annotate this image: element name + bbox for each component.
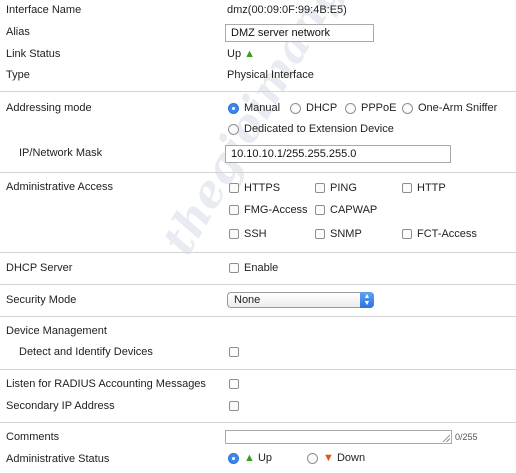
admin-ssh-checkbox[interactable] (229, 229, 239, 239)
status-up-icon: ▲ (244, 452, 255, 464)
separator (0, 422, 516, 423)
admin-status-down-option: ▼ Down (323, 452, 365, 464)
admin-access-label: Administrative Access (6, 181, 113, 193)
secondary-ip-label: Secondary IP Address (6, 400, 115, 412)
dhcp-server-label: DHCP Server (6, 262, 73, 274)
admin-ping-checkbox[interactable] (315, 183, 325, 193)
radius-accounting-label: Listen for RADIUS Accounting Messages (6, 378, 206, 390)
admin-https-checkbox[interactable] (229, 183, 239, 193)
admin-fmg-access-checkbox[interactable] (229, 205, 239, 215)
admin-fmg-access-label: FMG-Access (244, 204, 308, 216)
detect-devices-label: Detect and Identify Devices (19, 346, 153, 358)
type-value: Physical Interface (227, 69, 314, 81)
admin-status-down-label: Down (336, 452, 366, 464)
resize-handle-icon[interactable] (443, 435, 450, 442)
addressing-manual-label: Manual (244, 102, 281, 114)
ip-netmask-label: IP/Network Mask (19, 147, 103, 159)
admin-https-label: HTTPS (244, 182, 281, 194)
status-down-icon: ▼ (323, 452, 334, 464)
status-up-icon: ▲ (244, 48, 256, 60)
separator (0, 91, 516, 92)
select-arrows-icon: ▲ ▼ (360, 292, 374, 308)
admin-status-up-label: Up (257, 452, 273, 464)
admin-ping-label: PING (330, 182, 357, 194)
addressing-extension-device-label: Dedicated to Extension Device (244, 123, 394, 135)
separator (0, 252, 516, 253)
admin-snmp-label: SNMP (330, 228, 362, 240)
security-mode-value: None (234, 294, 261, 306)
addressing-one-arm-sniffer-label: One-Arm Sniffer (418, 102, 498, 114)
comments-label: Comments (6, 431, 60, 443)
separator (0, 172, 516, 173)
addressing-manual-radio[interactable] (228, 103, 239, 114)
admin-fct-access-label: FCT-Access (417, 228, 477, 240)
separator (0, 369, 516, 370)
dhcp-enable-label: Enable (244, 262, 279, 274)
link-status-label: Link Status (6, 48, 61, 60)
addressing-mode-label: Addressing mode (6, 102, 92, 114)
detect-devices-checkbox[interactable] (229, 347, 239, 357)
radius-accounting-checkbox[interactable] (229, 379, 239, 389)
link-status-value: Up ▲ (227, 48, 255, 60)
separator (0, 284, 516, 285)
addressing-one-arm-sniffer-radio[interactable] (402, 103, 413, 114)
interface-name-label: Interface Name (6, 4, 82, 16)
security-mode-label: Security Mode (6, 294, 77, 306)
comments-textarea[interactable] (225, 430, 452, 444)
admin-http-checkbox[interactable] (402, 183, 412, 193)
addressing-dhcp-label: DHCP (306, 102, 338, 114)
admin-status-up-radio[interactable] (228, 453, 239, 464)
admin-capwap-checkbox[interactable] (315, 205, 325, 215)
ip-netmask-input[interactable]: 10.10.10.1/255.255.255.0 (225, 145, 451, 163)
dhcp-enable-checkbox[interactable] (229, 263, 239, 273)
admin-http-label: HTTP (417, 182, 446, 194)
admin-status-label: Administrative Status (6, 453, 110, 465)
separator (0, 316, 516, 317)
admin-ssh-label: SSH (244, 228, 267, 240)
comments-counter: 0/255 (455, 432, 478, 442)
type-label: Type (6, 69, 30, 81)
addressing-dhcp-radio[interactable] (290, 103, 301, 114)
admin-capwap-label: CAPWAP (330, 204, 378, 216)
secondary-ip-checkbox[interactable] (229, 401, 239, 411)
addressing-extension-device-radio[interactable] (228, 124, 239, 135)
link-status-text: Up (227, 48, 242, 60)
admin-status-down-radio[interactable] (307, 453, 318, 464)
admin-fct-access-checkbox[interactable] (402, 229, 412, 239)
addressing-pppoe-radio[interactable] (345, 103, 356, 114)
device-management-label: Device Management (6, 325, 107, 337)
alias-input[interactable]: DMZ server network (225, 24, 374, 42)
security-mode-select[interactable]: None ▲ ▼ (227, 292, 374, 308)
addressing-pppoe-label: PPPoE (361, 102, 397, 114)
admin-status-up-option: ▲ Up (244, 452, 272, 464)
alias-label: Alias (6, 26, 30, 38)
interface-name-value: dmz(00:09:0F:99:4B:E5) (227, 4, 347, 16)
admin-snmp-checkbox[interactable] (315, 229, 325, 239)
